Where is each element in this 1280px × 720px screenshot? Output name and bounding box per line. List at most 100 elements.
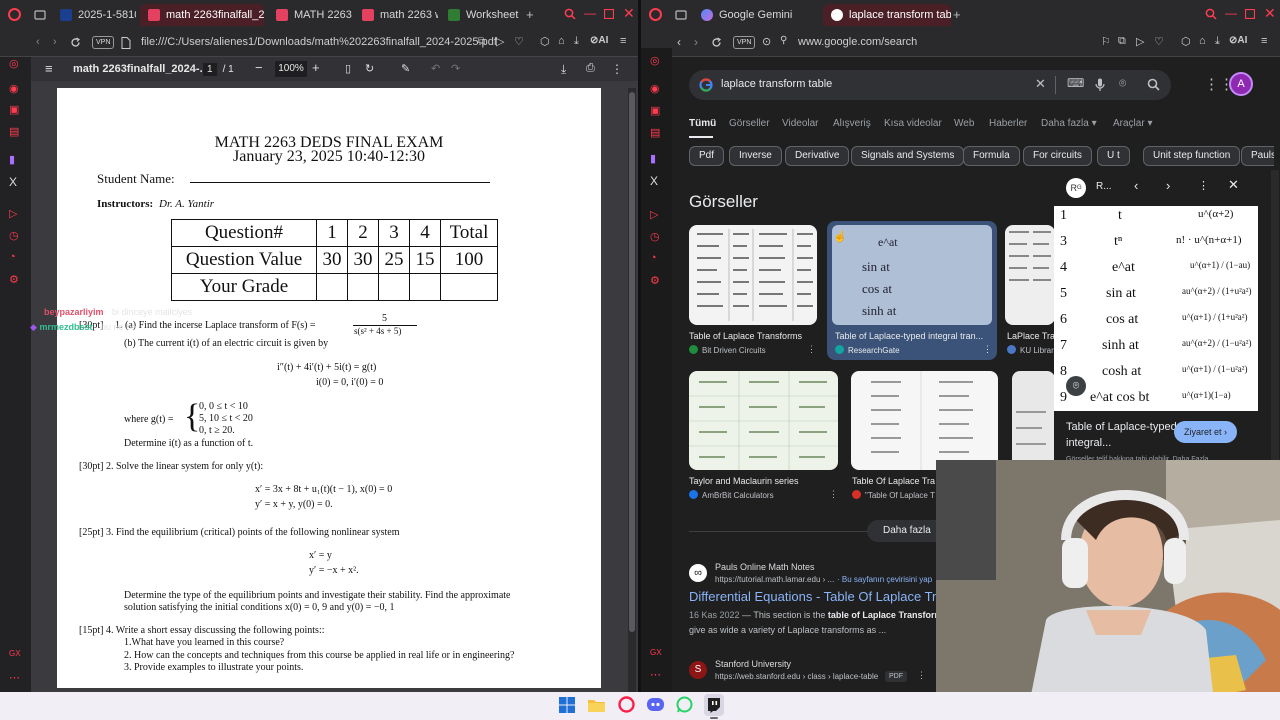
tab-1[interactable]: 2025-1-58109 bbox=[52, 4, 136, 26]
sidebar-music-icon[interactable]: ◉ bbox=[9, 82, 22, 95]
image-thumb-2-selected[interactable]: e^at sin at cos at sinh at Table of Lapl… bbox=[827, 221, 997, 360]
image-thumb-5[interactable] bbox=[851, 371, 998, 470]
play-icon[interactable]: ▷ bbox=[496, 35, 504, 48]
preview-next-icon[interactable]: › bbox=[1166, 178, 1170, 193]
nav-tab-news[interactable]: Haberler bbox=[989, 118, 1027, 129]
nav-tab-all[interactable]: Tümü bbox=[689, 118, 716, 129]
sidebar-player-icon[interactable]: ▷ bbox=[9, 207, 22, 220]
lens-icon[interactable]: ⌾ bbox=[1119, 76, 1126, 91]
result-2-url[interactable]: https://web.stanford.edu › class › lapla… bbox=[715, 672, 878, 681]
lens-search-icon[interactable]: ⌾ bbox=[1066, 376, 1086, 396]
sidebar-settings-icon[interactable]: ⚙ bbox=[650, 274, 663, 287]
back-icon[interactable]: ‹ bbox=[36, 36, 40, 48]
site-info-icon[interactable]: ⊙ bbox=[762, 35, 771, 48]
download-icon[interactable]: ⤓ bbox=[574, 35, 579, 48]
results-scrollbar[interactable] bbox=[1271, 170, 1279, 460]
discord-icon[interactable] bbox=[647, 696, 664, 713]
search-tabs-icon[interactable] bbox=[1205, 8, 1217, 20]
pdf-page-input[interactable]: 1 bbox=[203, 62, 217, 76]
nav-tab-web[interactable]: Web bbox=[954, 118, 974, 129]
new-tab-icon[interactable]: + bbox=[526, 7, 534, 22]
fit-page-icon[interactable]: ▯ bbox=[345, 62, 359, 76]
pdf-more-icon[interactable]: ⋮ bbox=[611, 62, 625, 76]
print-icon[interactable]: ⎙ bbox=[586, 62, 600, 76]
tab-google-search-active[interactable]: laplace transform table - G bbox=[823, 4, 951, 26]
image-source-2[interactable]: ResearchGate bbox=[835, 345, 900, 355]
search-icon[interactable] bbox=[1147, 78, 1160, 91]
new-tab-icon[interactable]: + bbox=[953, 7, 961, 22]
image-thumb-4[interactable] bbox=[689, 371, 838, 470]
image-caption-4[interactable]: Taylor and Maclaurin series bbox=[689, 476, 838, 486]
image-caption-2[interactable]: Table of Laplace-typed integral tran... bbox=[835, 331, 989, 341]
pdf-scrollbar-thumb[interactable] bbox=[629, 92, 635, 632]
preview-caption[interactable]: Table of Laplace-typed integral... bbox=[1066, 419, 1186, 451]
forward-icon[interactable]: › bbox=[694, 35, 698, 49]
search-input[interactable]: laplace transform table bbox=[721, 78, 832, 90]
search-tabs-icon[interactable] bbox=[564, 8, 576, 20]
voice-search-icon[interactable] bbox=[1095, 78, 1105, 92]
nav-tab-tools[interactable]: Araçlar ▾ bbox=[1113, 118, 1152, 129]
tab-gemini[interactable]: Google Gemini bbox=[693, 4, 821, 26]
nav-tab-images[interactable]: Görseller bbox=[729, 118, 770, 129]
opera-menu-icon[interactable] bbox=[8, 8, 21, 21]
sidebar-whatsapp-icon[interactable]: ▤ bbox=[650, 126, 663, 139]
account-avatar[interactable]: A bbox=[1229, 72, 1253, 96]
vpn-badge[interactable]: VPN bbox=[92, 36, 115, 49]
image-more-icon[interactable]: ⋮ bbox=[829, 489, 838, 500]
sidebar-gx-corner-icon[interactable]: ◎ bbox=[650, 54, 663, 67]
sidebar-gx-corner-icon[interactable]: ◎ bbox=[9, 57, 22, 70]
image-source-4[interactable]: AmBrBit Calculators bbox=[689, 490, 825, 500]
extensions-icon[interactable]: ⬡ bbox=[1181, 35, 1191, 48]
nav-tab-short-videos[interactable]: Kısa videolar bbox=[884, 118, 942, 129]
rotate-icon[interactable]: ↻ bbox=[365, 62, 379, 76]
image-source-1[interactable]: Bit Driven Circuits bbox=[689, 345, 807, 355]
pdf-zoom-level[interactable]: 100% bbox=[275, 61, 307, 77]
windows-start-icon[interactable] bbox=[559, 697, 575, 713]
opera-menu-icon[interactable] bbox=[649, 8, 662, 21]
forward-icon[interactable]: › bbox=[53, 36, 57, 48]
sidebar-history-icon[interactable]: ◷ bbox=[650, 230, 663, 243]
chip-u-t[interactable]: U t bbox=[1097, 146, 1130, 166]
close-window-icon[interactable]: ✕ bbox=[623, 5, 635, 22]
reload-icon[interactable] bbox=[711, 37, 722, 48]
chip-pauls[interactable]: Pauls bbox=[1241, 146, 1274, 166]
sidebar-twitch-icon[interactable]: ▮ bbox=[9, 153, 22, 166]
sidebar-more-icon[interactable]: ⋯ bbox=[650, 668, 663, 681]
preview-prev-icon[interactable]: ‹ bbox=[1134, 178, 1138, 193]
reload-icon[interactable] bbox=[70, 37, 81, 48]
chip-pdf[interactable]: Pdf bbox=[689, 146, 725, 166]
sidebar-x-icon[interactable]: X bbox=[9, 175, 22, 189]
close-window-icon[interactable]: ✕ bbox=[1264, 5, 1276, 22]
chip-inverse[interactable]: Inverse bbox=[729, 146, 782, 166]
tab-overview-icon[interactable] bbox=[34, 9, 46, 21]
wallet-icon[interactable]: ⌂ bbox=[558, 35, 565, 47]
aria-ai-button[interactable]: ⊘AI bbox=[1229, 35, 1247, 46]
preview-more-icon[interactable]: ⋮ bbox=[1198, 179, 1209, 192]
image-thumb-1[interactable] bbox=[689, 225, 817, 325]
menu-icon[interactable]: ≡ bbox=[1261, 35, 1267, 47]
preview-image[interactable]: 1 t u^(α+2) 3 tⁿ n! · u^(n+α+1) 4 e^at u… bbox=[1054, 206, 1258, 411]
minimize-icon[interactable]: — bbox=[584, 6, 596, 20]
heart-icon[interactable]: ♡ bbox=[514, 35, 524, 48]
preview-close-icon[interactable]: ✕ bbox=[1228, 177, 1239, 193]
chip-unit-step[interactable]: Unit step function bbox=[1143, 146, 1241, 166]
clear-search-icon[interactable]: ✕ bbox=[1035, 76, 1046, 92]
image-thumb-3[interactable] bbox=[1005, 225, 1055, 325]
screenshot-icon[interactable]: ⧉ bbox=[478, 36, 485, 47]
visit-button[interactable]: Ziyaret et › bbox=[1174, 421, 1238, 443]
zoom-in-icon[interactable]: + bbox=[312, 60, 320, 75]
image-thumb-6[interactable] bbox=[1012, 371, 1055, 470]
nav-tab-shopping[interactable]: Alışveriş bbox=[833, 118, 871, 129]
play-icon[interactable]: ▷ bbox=[1136, 35, 1144, 48]
image-more-icon[interactable]: ⋮ bbox=[807, 344, 816, 355]
result-1-url[interactable]: https://tutorial.math.lamar.edu › ... bbox=[715, 575, 834, 584]
sidebar-x-icon[interactable]: X bbox=[650, 174, 663, 188]
twitch-icon[interactable] bbox=[704, 694, 724, 716]
chip-for-circuits[interactable]: For circuits bbox=[1023, 146, 1092, 166]
pdf-menu-icon[interactable]: ≡ bbox=[45, 61, 53, 76]
sidebar-messenger-icon[interactable]: ▣ bbox=[650, 104, 663, 117]
pin-icon[interactable]: ⚐ bbox=[1101, 35, 1111, 48]
chip-formula[interactable]: Formula bbox=[963, 146, 1020, 166]
address-url[interactable]: www.google.com/search bbox=[798, 36, 917, 48]
tune-icon[interactable]: ⚲ bbox=[780, 35, 787, 46]
